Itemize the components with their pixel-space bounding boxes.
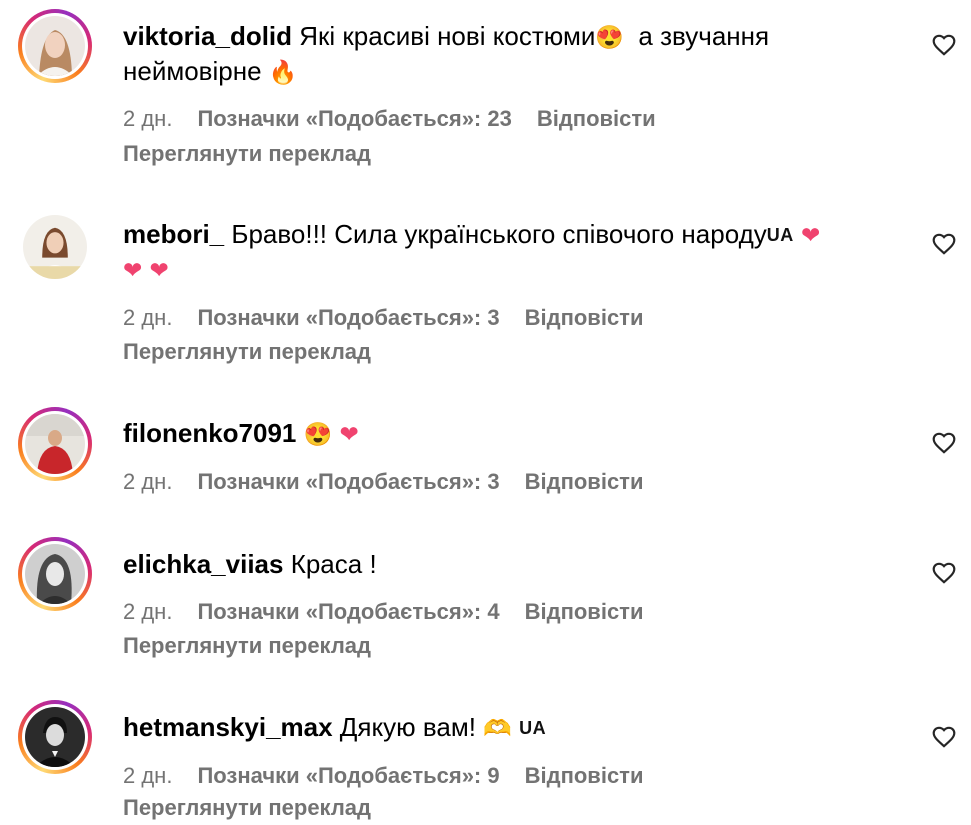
reply-button[interactable]: Відповісти	[525, 467, 644, 497]
heart-eyes-emoji-icon: 😍	[303, 421, 333, 447]
comment-username[interactable]: viktoria_dolid	[123, 21, 292, 51]
comment-meta: 2 дн. Позначки «Подобається»: 23 Відповіст…	[123, 104, 656, 134]
reply-button[interactable]: Відповісти	[537, 104, 656, 134]
avatar[interactable]	[18, 210, 92, 284]
reply-button[interactable]: Відповісти	[525, 597, 644, 627]
comment-username[interactable]: hetmanskyi_max	[123, 712, 333, 742]
comment-meta: 2 дн. Позначки «Подобається»: 3 Відповісти	[123, 303, 643, 333]
reply-button[interactable]: Відповісти	[525, 761, 644, 791]
comment-text-line2: неймовірне 🔥	[123, 53, 893, 90]
ukraine-flag-icon: UA	[519, 718, 547, 738]
avatar[interactable]	[18, 700, 92, 774]
likes-count[interactable]: Позначки «Подобається»: 9	[197, 761, 499, 791]
avatar-icon	[23, 215, 87, 279]
comment-meta: 2 дн. Позначки «Подобається»: 4 Відповісти	[123, 597, 643, 627]
red-heart-emoji-icon: ❤	[339, 421, 359, 447]
heart-outline-icon[interactable]	[931, 560, 957, 586]
avatar[interactable]	[18, 9, 92, 83]
red-heart-emoji-icon: ❤	[149, 257, 169, 283]
comment-username[interactable]: filonenko7091	[123, 418, 296, 448]
comment-username[interactable]: mebori_	[123, 219, 224, 249]
avatar[interactable]	[18, 407, 92, 481]
comment-body-line2: неймовірне	[123, 56, 262, 86]
likes-count[interactable]: Позначки «Подобається»: 3	[197, 303, 499, 333]
avatar[interactable]	[18, 537, 92, 611]
see-translation-button[interactable]: Переглянути переклад	[123, 337, 371, 367]
see-translation-button[interactable]: Переглянути переклад	[123, 793, 371, 823]
comment-text: viktoria_dolid Які красиві нові костюми😍…	[123, 18, 893, 55]
see-translation-button[interactable]: Переглянути переклад	[123, 139, 371, 169]
comment-body: Які красиві нові костюми	[299, 21, 596, 51]
comment-text-line2: ❤ ❤	[123, 251, 893, 288]
comment-text: elichka_viias Краса !	[123, 546, 893, 582]
comment-time[interactable]: 2 дн.	[123, 761, 172, 791]
likes-count[interactable]: Позначки «Подобається»: 3	[197, 467, 499, 497]
heart-outline-icon[interactable]	[931, 231, 957, 257]
comment-body-continued: а звучання	[623, 21, 770, 51]
comment-text: filonenko7091 😍 ❤	[123, 415, 893, 452]
heart-hands-emoji-icon: 🫶	[483, 715, 512, 741]
heart-eyes-emoji-icon: 😍	[595, 24, 624, 50]
comment-time[interactable]: 2 дн.	[123, 104, 172, 134]
heart-outline-icon[interactable]	[931, 724, 957, 750]
heart-outline-icon[interactable]	[931, 430, 957, 456]
likes-count[interactable]: Позначки «Подобається»: 4	[197, 597, 499, 627]
heart-outline-icon[interactable]	[931, 32, 957, 58]
avatar-icon	[25, 544, 85, 604]
comment-time[interactable]: 2 дн.	[123, 597, 172, 627]
avatar-icon	[25, 414, 85, 474]
reply-button[interactable]: Відповісти	[525, 303, 644, 333]
comments-list: viktoria_dolid Які красиві нові костюми😍…	[0, 0, 971, 825]
comment-text: mebori_ Браво!!! Сила українського співо…	[123, 216, 893, 253]
comment-meta: 2 дн. Позначки «Подобається»: 3 Відповісти	[123, 467, 643, 497]
comment-time[interactable]: 2 дн.	[123, 467, 172, 497]
ukraine-flag-icon: UA	[766, 225, 794, 245]
likes-count[interactable]: Позначки «Подобається»: 23	[197, 104, 511, 134]
avatar-icon	[25, 16, 85, 76]
fire-emoji-icon: 🔥	[268, 59, 298, 85]
comment-body: Краса !	[290, 549, 377, 579]
comment-text: hetmanskyi_max Дякую вам! 🫶 UA	[123, 709, 893, 746]
red-heart-emoji-icon: ❤	[123, 257, 143, 283]
comment-time[interactable]: 2 дн.	[123, 303, 172, 333]
avatar-icon	[25, 707, 85, 767]
comment-username[interactable]: elichka_viias	[123, 549, 283, 579]
comment-body: Браво!!! Сила українського співочого нар…	[231, 219, 767, 249]
comment-meta: 2 дн. Позначки «Подобається»: 9 Відповісти	[123, 761, 643, 791]
comment-body: Дякую вам!	[339, 712, 476, 742]
see-translation-button[interactable]: Переглянути переклад	[123, 631, 371, 661]
red-heart-emoji-icon: ❤	[801, 222, 821, 248]
